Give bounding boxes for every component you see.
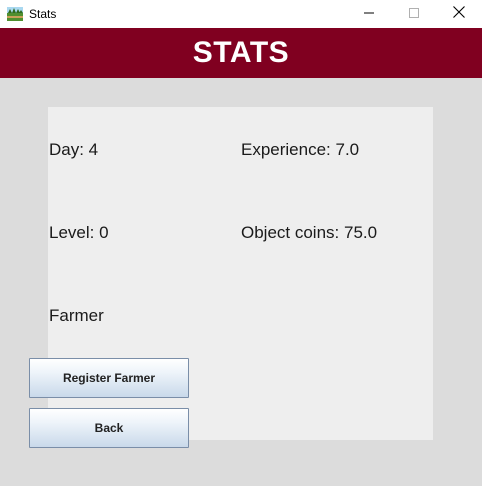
- level-label: Level: 0: [49, 223, 109, 242]
- close-button[interactable]: [436, 0, 482, 28]
- maximize-icon: [409, 5, 419, 23]
- title-bar: Stats: [0, 0, 482, 28]
- close-icon: [453, 5, 465, 23]
- farm-field-icon: [7, 7, 23, 21]
- stats-header: STATS: [0, 28, 482, 78]
- object-coins-label: Object coins: 75.0: [241, 223, 378, 242]
- role-label: Farmer: [49, 306, 104, 325]
- page-title: STATS: [192, 36, 290, 69]
- minimize-icon: [364, 5, 374, 23]
- experience-label: Experience: 7.0: [241, 140, 360, 159]
- day-label: Day: 4: [49, 140, 99, 159]
- minimize-button[interactable]: [346, 0, 392, 28]
- back-button[interactable]: Back: [29, 408, 189, 448]
- register-farmer-button[interactable]: Register Farmer: [29, 358, 189, 398]
- window-title: Stats: [29, 7, 57, 21]
- maximize-button[interactable]: [391, 0, 437, 28]
